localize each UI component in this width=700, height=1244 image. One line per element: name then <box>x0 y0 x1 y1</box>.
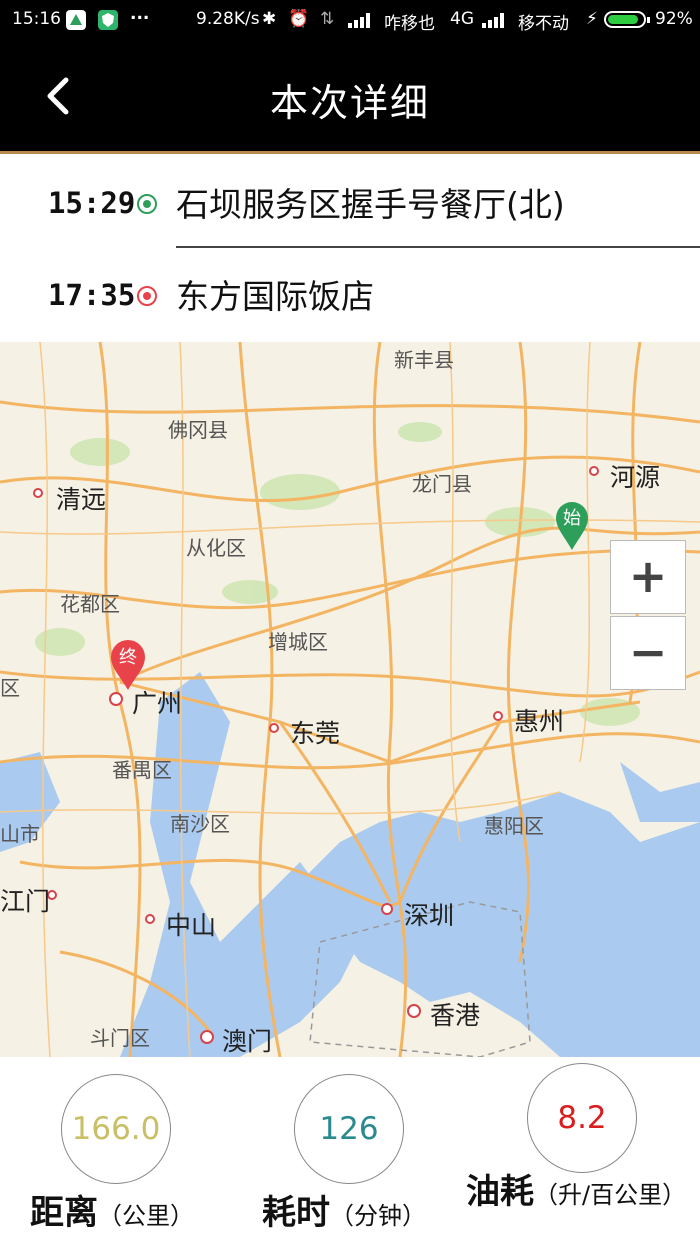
distance-value: 166.0 <box>61 1074 171 1184</box>
map-label: 河源 <box>610 463 661 492</box>
fuel-value: 8.2 <box>527 1063 637 1173</box>
network-type: 4G <box>450 9 474 29</box>
battery-level: 92% <box>655 9 693 29</box>
carrier-2-name: 移不动 <box>518 14 569 34</box>
title-bar: 本次详细 <box>0 38 700 154</box>
map-label: 深圳 <box>404 901 455 930</box>
charging-icon: ⚡ <box>586 9 598 29</box>
distance-label: 距离（公里） <box>30 1185 194 1234</box>
route-map[interactable]: 新丰县 佛冈县 清远 龙门县 河源 从化区 花都区 增城区 区 广州 东莞 惠州… <box>0 342 700 1057</box>
page-title: 本次详细 <box>269 81 430 125</box>
map-label: 山市 <box>0 822 40 846</box>
battery-icon <box>604 11 650 28</box>
zoom-out-button[interactable]: − <box>610 616 686 690</box>
end-time: 17:35 <box>48 278 136 312</box>
bluetooth-icon: ✱ <box>262 9 277 29</box>
zoom-in-button[interactable]: + <box>610 540 686 614</box>
map-label: 香港 <box>430 1001 481 1030</box>
trip-divider <box>176 246 700 248</box>
map-label: 区 <box>0 676 20 700</box>
map-label: 惠阳区 <box>484 814 544 838</box>
map-label: 从化区 <box>186 536 246 560</box>
distance-unit: （公里） <box>98 1202 194 1230</box>
map-label: 花都区 <box>60 592 120 616</box>
plus-icon: + <box>628 549 668 603</box>
map-label: 东莞 <box>290 719 341 748</box>
map-label: 番禺区 <box>112 758 172 782</box>
data-transfer-icon: ⇅ <box>320 9 335 29</box>
start-time: 15:29 <box>48 186 136 220</box>
header-divider <box>0 151 700 154</box>
start-dot-icon <box>137 194 157 214</box>
end-marker-icon[interactable]: 终 <box>109 638 147 692</box>
trip-start-row: 15:29 石坝服务区握手号餐厅(北) <box>0 158 700 248</box>
app-notification-icon <box>66 10 86 30</box>
distance-label-text: 距离 <box>30 1193 98 1233</box>
end-dot-icon <box>137 286 157 306</box>
fuel-label: 油耗（升/百公里） <box>466 1175 700 1212</box>
map-label: 中山 <box>166 911 217 940</box>
trip-end-row: 17:35 东方国际饭店 <box>0 250 700 340</box>
fuel-label-text: 油耗 <box>466 1172 534 1212</box>
status-bar: 15:16 ... 9.28K/s ✱ ⏰ ⇅ 咋移也 4G 移不动 ⚡ 92% <box>0 0 700 38</box>
start-marker-label: 始 <box>563 508 581 529</box>
trip-stats: 166.0 距离（公里） 126 耗时（分钟） 8.2 油耗（升/百公里） <box>0 1057 700 1244</box>
map-label: 佛冈县 <box>168 418 228 442</box>
more-notifications-icon: ... <box>130 4 150 24</box>
duration-label: 耗时（分钟） <box>262 1185 426 1234</box>
signal-2-icon <box>482 12 508 28</box>
end-marker-label: 终 <box>119 647 137 668</box>
map-label: 斗门区 <box>90 1026 150 1050</box>
map-label: 澳门 <box>222 1027 273 1056</box>
map-label: 惠州 <box>514 707 565 736</box>
start-marker-icon[interactable]: 始 <box>554 500 590 552</box>
map-label: 江门 <box>0 887 51 916</box>
alarm-icon: ⏰ <box>288 9 310 29</box>
network-speed: 9.28K/s <box>196 9 260 29</box>
carrier-1-name: 咋移也 <box>384 14 435 34</box>
duration-value: 126 <box>294 1074 404 1184</box>
minus-icon: − <box>628 625 668 679</box>
start-place: 石坝服务区握手号餐厅(北) <box>176 185 565 224</box>
fuel-unit: （升/百公里） <box>534 1181 687 1209</box>
signal-1-icon <box>348 12 374 28</box>
map-label: 清远 <box>56 485 107 514</box>
map-label: 南沙区 <box>170 812 230 836</box>
duration-label-text: 耗时 <box>262 1193 330 1233</box>
map-label: 增城区 <box>268 630 328 654</box>
map-label: 新丰县 <box>394 348 454 372</box>
map-canvas <box>0 342 700 1057</box>
status-time: 15:16 <box>12 9 61 29</box>
map-label: 龙门县 <box>412 472 472 496</box>
shield-notification-icon <box>98 10 118 30</box>
duration-unit: （分钟） <box>330 1202 426 1230</box>
end-place: 东方国际饭店 <box>176 277 374 316</box>
